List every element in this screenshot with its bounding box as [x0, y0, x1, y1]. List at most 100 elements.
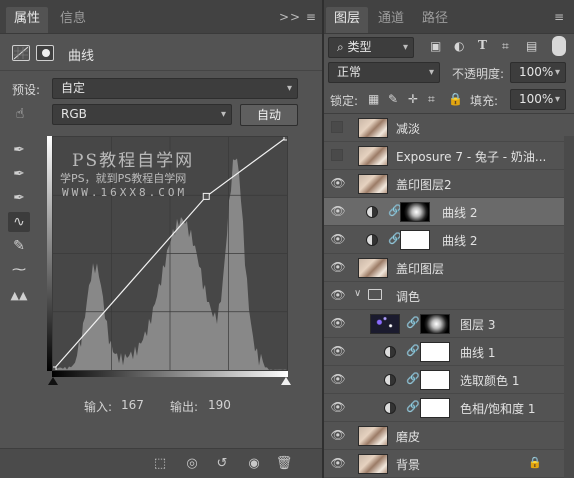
layer-row-stamp[interactable]: 👁 盖印图层: [324, 254, 574, 282]
filter-type-icon[interactable]: T: [478, 38, 487, 52]
layer-row-dodge[interactable]: 减淡: [324, 114, 574, 142]
trash-icon[interactable]: 🗑: [274, 455, 294, 473]
chevron-down-icon: ▾: [402, 42, 408, 53]
tab-channels[interactable]: 通道: [370, 7, 412, 33]
layer-row-curves-1[interactable]: 👁 🔗 曲线 1: [324, 338, 574, 366]
eye-icon[interactable]: 👁: [330, 232, 346, 246]
tab-properties[interactable]: 属性: [6, 7, 49, 33]
layer-name[interactable]: 减淡: [396, 120, 420, 137]
black-point-eyedropper-icon[interactable]: ✒: [8, 140, 30, 160]
mask-icon[interactable]: [36, 45, 54, 61]
tab-layers[interactable]: 图层: [326, 7, 369, 33]
layer-name[interactable]: 曲线 2: [442, 232, 477, 249]
fill-field[interactable]: 100% ▾: [510, 89, 566, 110]
eye-icon[interactable]: 👁: [330, 316, 346, 330]
layer-row-background[interactable]: 👁 背景 🔒: [324, 450, 574, 478]
lock-transparent-icon[interactable]: ▦: [368, 92, 379, 106]
eye-icon[interactable]: 👁: [330, 428, 346, 442]
tab-info[interactable]: 信息: [52, 7, 94, 33]
layer-row-selective-color-1[interactable]: 👁 🔗 选取颜色 1: [324, 366, 574, 394]
eye-icon[interactable]: 👁: [330, 456, 346, 470]
link-icon[interactable]: 🔗: [406, 344, 420, 357]
eye-icon[interactable]: 👁: [330, 400, 346, 414]
tab-paths[interactable]: 路径: [414, 7, 456, 33]
eye-icon[interactable]: 👁: [330, 344, 346, 358]
pencil-draw-icon[interactable]: ✎: [8, 236, 30, 256]
input-value[interactable]: 167: [121, 398, 144, 412]
auto-button[interactable]: 自动: [240, 104, 298, 126]
layer-thumbnail: [358, 426, 388, 446]
layer-name[interactable]: 盖印图层2: [396, 176, 452, 193]
clipping-warning-icon[interactable]: ▲▲: [8, 286, 30, 306]
layer-name[interactable]: 选取颜色 1: [460, 372, 519, 389]
visibility-off-box[interactable]: [331, 121, 343, 133]
lock-all-icon[interactable]: 🔒: [448, 92, 463, 106]
layer-name[interactable]: Exposure 7 - 兔子 - 奶油...: [396, 148, 564, 165]
link-icon[interactable]: 🔗: [406, 372, 420, 385]
preset-dropdown[interactable]: 自定 ▾: [52, 78, 298, 99]
eye-icon[interactable]: 👁: [330, 260, 346, 274]
search-icon: ⌕: [337, 40, 348, 54]
layer-name[interactable]: 图层 3: [460, 316, 495, 333]
filter-adjustment-icon[interactable]: ◐: [454, 39, 464, 53]
white-point-eyedropper-icon[interactable]: ✒: [8, 188, 30, 208]
clip-to-layer-icon[interactable]: ⬚: [150, 455, 170, 473]
black-slider-handle[interactable]: [48, 377, 58, 385]
targeted-adjustment-hand-icon[interactable]: ☝: [9, 104, 31, 124]
layer-name[interactable]: 调色: [396, 288, 420, 305]
curves-adjustment-icon[interactable]: [12, 45, 30, 61]
opacity-field[interactable]: 100% ▾: [510, 62, 566, 83]
gray-point-eyedropper-icon[interactable]: ✒: [8, 164, 30, 184]
lock-image-icon[interactable]: ✎: [388, 92, 398, 106]
filter-smart-object-icon[interactable]: ▤: [526, 39, 537, 53]
link-icon[interactable]: 🔗: [406, 316, 420, 329]
filter-shape-icon[interactable]: ⌗: [502, 39, 509, 54]
blend-mode-dropdown[interactable]: 正常 ▾: [328, 62, 440, 83]
visibility-eye-icon[interactable]: ◉: [244, 455, 264, 473]
layer-row-group-color[interactable]: 👁 ∨ 调色: [324, 282, 574, 310]
smooth-curve-icon[interactable]: ⁓: [8, 260, 30, 280]
layer-row-layer-3[interactable]: 👁 🔗 图层 3: [324, 310, 574, 338]
panel-menu-controls[interactable]: >> ≡: [279, 10, 317, 24]
link-icon[interactable]: 🔗: [406, 400, 420, 413]
layer-row-skin-smoothing[interactable]: 👁 磨皮: [324, 422, 574, 450]
white-slider-handle[interactable]: [281, 377, 291, 385]
eye-icon[interactable]: 👁: [330, 176, 346, 190]
eye-icon[interactable]: 👁: [330, 204, 346, 218]
output-value[interactable]: 190: [208, 398, 231, 412]
eye-icon[interactable]: 👁: [330, 372, 346, 386]
layer-name[interactable]: 曲线 1: [460, 344, 495, 361]
chevron-down-icon[interactable]: ∨: [354, 288, 361, 299]
layer-row-hue-saturation-1[interactable]: 👁 🔗 色相/饱和度 1: [324, 394, 574, 422]
curve-point-tool-icon[interactable]: ∿: [8, 212, 30, 232]
layer-name[interactable]: 磨皮: [396, 428, 420, 445]
layer-row-curves-2-mask[interactable]: 👁 🔗 曲线 2: [324, 198, 574, 226]
blend-mode-value: 正常: [337, 65, 362, 79]
layer-thumbnail: [358, 118, 388, 138]
layer-row-curves-2[interactable]: 👁 🔗 曲线 2: [324, 226, 574, 254]
eye-icon[interactable]: 👁: [330, 288, 346, 302]
layer-mask-thumbnail[interactable]: [420, 398, 450, 418]
layer-name[interactable]: 盖印图层: [396, 260, 444, 277]
filter-pixel-icon[interactable]: ▣: [430, 39, 441, 53]
layer-name[interactable]: 曲线 2: [442, 204, 477, 221]
filter-toggle-icon[interactable]: [552, 36, 566, 56]
layer-name[interactable]: 背景: [396, 456, 420, 473]
view-previous-state-icon[interactable]: ◎: [182, 455, 202, 473]
layer-filter-dropdown[interactable]: ⌕ 类型 ▾: [328, 37, 414, 58]
layer-row-stamp-2[interactable]: 👁 盖印图层2: [324, 170, 574, 198]
layer-row-exposure[interactable]: Exposure 7 - 兔子 - 奶油...: [324, 142, 574, 170]
layer-mask-thumbnail[interactable]: [420, 314, 450, 334]
reset-icon[interactable]: ↺: [212, 455, 232, 473]
layer-mask-thumbnail[interactable]: [420, 370, 450, 390]
panel-menu-icon[interactable]: ≡: [554, 10, 565, 24]
lock-artboard-icon[interactable]: ⌗: [428, 92, 435, 107]
layer-name[interactable]: 色相/饱和度 1: [460, 400, 536, 417]
layer-mask-thumbnail[interactable]: [400, 202, 430, 222]
layers-scrollbar[interactable]: [564, 136, 574, 478]
visibility-off-box[interactable]: [331, 149, 343, 161]
layer-mask-thumbnail[interactable]: [400, 230, 430, 250]
channel-dropdown[interactable]: RGB ▾: [52, 104, 232, 125]
lock-position-icon[interactable]: ✛: [408, 92, 418, 106]
layer-mask-thumbnail[interactable]: [420, 342, 450, 362]
